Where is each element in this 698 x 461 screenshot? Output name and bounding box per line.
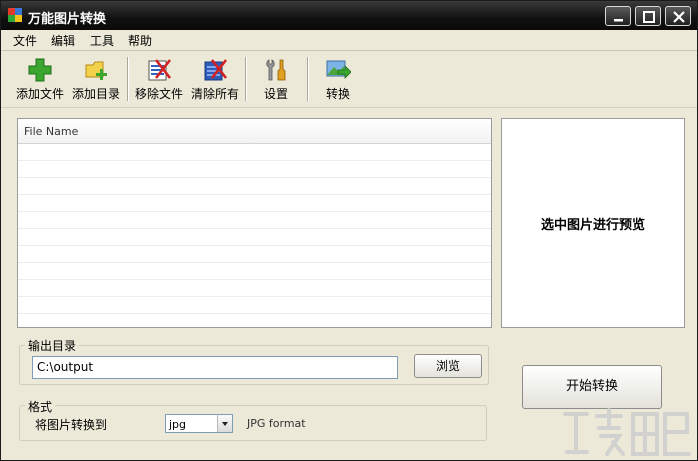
list-row-divider — [18, 262, 491, 263]
add-file-button[interactable]: 添加文件 — [12, 51, 68, 107]
convert-to-label: 将图片转换到 — [35, 418, 108, 432]
list-row-divider — [18, 160, 491, 161]
column-header-file-name[interactable]: File Name — [24, 125, 78, 138]
app-window: 万能图片转换 文件 编辑 工具 帮助 添加文件 添加目录 移除文件 清除所有 设… — [0, 0, 698, 461]
menu-tools[interactable]: 工具 — [90, 32, 114, 49]
list-row-divider — [18, 313, 491, 314]
add-folder-label: 添加目录 — [71, 87, 120, 101]
close-button[interactable] — [665, 6, 691, 26]
settings-label: 设置 — [263, 87, 288, 101]
list-row-divider — [18, 279, 491, 280]
list-row-divider — [18, 194, 491, 195]
clear-all-button[interactable]: 清除所有 — [187, 51, 243, 107]
minimize-icon — [614, 19, 623, 22]
convert-label: 转换 — [325, 87, 350, 101]
file-list[interactable]: File Name — [17, 118, 492, 328]
add-file-label: 添加文件 — [15, 87, 64, 101]
maximize-icon — [643, 11, 655, 23]
list-row-divider — [18, 228, 491, 229]
add-folder-button[interactable]: 添加目录 — [68, 51, 124, 107]
plus-icon — [28, 58, 52, 82]
menu-edit[interactable]: 编辑 — [51, 32, 75, 49]
start-convert-button[interactable]: 开始转换 — [522, 365, 662, 409]
remove-file-icon — [148, 59, 172, 81]
output-directory-title: 输出目录 — [25, 337, 80, 354]
list-row-divider — [18, 177, 491, 178]
format-select-value: jpg — [169, 418, 187, 431]
browse-button[interactable]: 浏览 — [414, 354, 482, 378]
format-title: 格式 — [25, 398, 56, 415]
close-icon — [673, 11, 685, 23]
toolbar-separator — [245, 57, 247, 101]
convert-image-icon — [326, 60, 351, 79]
toolbar-separator — [127, 57, 129, 101]
remove-file-button[interactable]: 移除文件 — [131, 51, 187, 107]
maximize-button[interactable] — [635, 6, 661, 26]
clear-all-label: 清除所有 — [190, 87, 239, 101]
chevron-down-icon — [222, 422, 228, 426]
list-row-divider — [18, 296, 491, 297]
list-header: File Name — [18, 119, 491, 144]
folder-add-icon — [85, 61, 107, 80]
toolbar: 添加文件 添加目录 移除文件 清除所有 设置 转换 — [1, 51, 697, 108]
format-select-arrow[interactable] — [217, 415, 232, 432]
format-description: JPG format — [247, 417, 306, 430]
list-row-divider — [18, 211, 491, 212]
format-select[interactable]: jpg — [165, 414, 233, 433]
menu-help[interactable]: 帮助 — [128, 32, 152, 49]
menu-file[interactable]: 文件 — [13, 32, 37, 49]
settings-button[interactable]: 设置 — [251, 51, 301, 107]
menu-bar: 文件 编辑 工具 帮助 — [1, 30, 697, 51]
clear-all-icon — [204, 59, 228, 81]
watermark-logo — [563, 408, 691, 456]
app-icon — [8, 8, 22, 22]
wrench-icon — [266, 59, 286, 81]
minimize-button[interactable] — [605, 6, 631, 26]
preview-panel: 选中图片进行预览 — [501, 118, 685, 328]
remove-file-label: 移除文件 — [134, 87, 183, 101]
output-path-input[interactable]: C:\output — [32, 356, 398, 379]
toolbar-separator — [307, 57, 309, 101]
list-row-divider — [18, 245, 491, 246]
convert-button[interactable]: 转换 — [313, 51, 363, 107]
window-title: 万能图片转换 — [28, 12, 107, 27]
preview-placeholder: 选中图片进行预览 — [540, 218, 645, 233]
title-bar[interactable]: 万能图片转换 — [1, 1, 697, 30]
